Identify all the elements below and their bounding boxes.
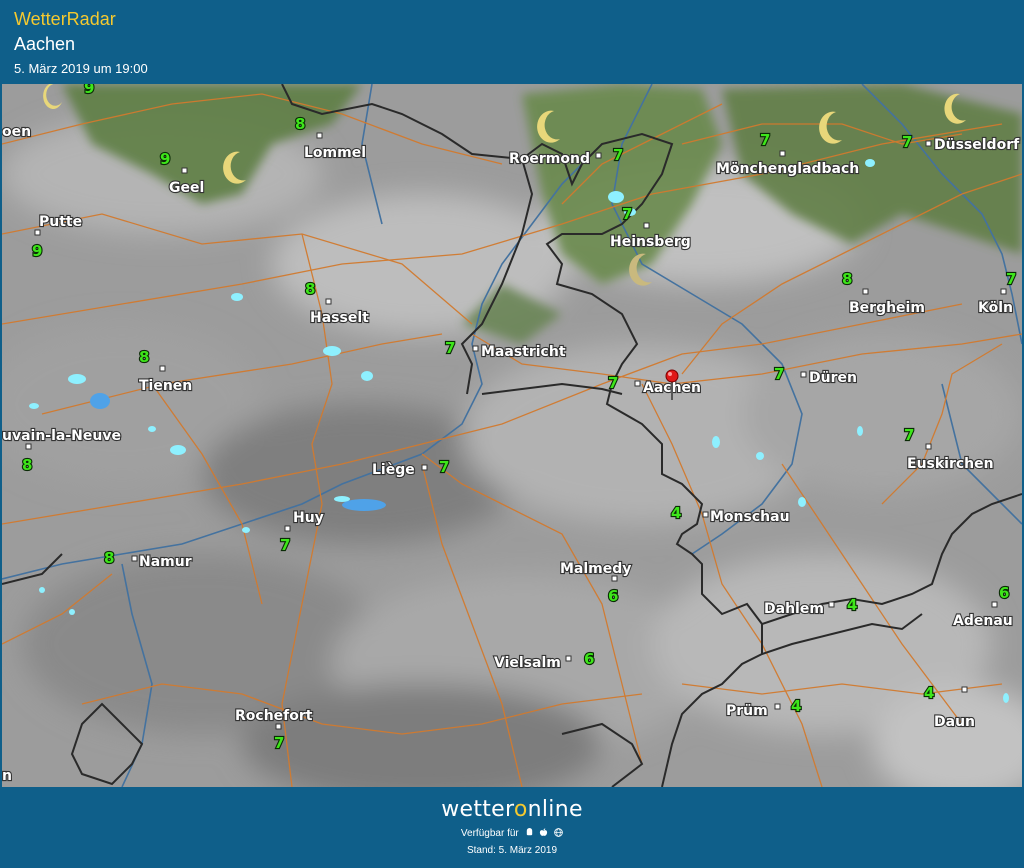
city-name: Daun xyxy=(934,714,975,730)
city-name: Hasselt xyxy=(310,310,369,326)
logo-text-o: o xyxy=(513,797,528,822)
temperature: 7 xyxy=(608,374,618,392)
city-name: Geel xyxy=(169,180,204,196)
data-timestamp: Stand: 5. März 2019 xyxy=(466,845,558,856)
logo-text: wetter xyxy=(441,797,514,822)
temperature: 7 xyxy=(622,205,632,223)
temperature: 8 xyxy=(305,280,315,298)
city-louvain-la-neuve[interactable]: 8 xyxy=(21,455,34,475)
app-title: WetterRadar xyxy=(14,9,116,29)
web-icon[interactable] xyxy=(554,828,563,837)
city-name: Köln xyxy=(978,300,1013,316)
temperature: 7 xyxy=(760,131,770,149)
city-name: Namur xyxy=(139,554,192,570)
weather-map[interactable]: oen uvain-la-Neuve 9 n 8 Lommel Roermond… xyxy=(2,84,1022,787)
city-name: Tienen xyxy=(139,378,192,394)
temperature: 7 xyxy=(274,734,284,752)
city-name: Heinsberg xyxy=(610,234,691,250)
city-name: Putte xyxy=(39,214,82,230)
temperature: 7 xyxy=(902,133,912,151)
availability-text: Verfügbar für xyxy=(460,828,519,839)
temperature: 8 xyxy=(22,456,32,474)
footer: wetteronline Verfügbar für Stand: 5. Mär… xyxy=(0,787,1024,868)
android-icon[interactable] xyxy=(525,828,534,837)
forecast-datetime: 5. März 2019 um 19:00 xyxy=(14,61,148,76)
temperature: 8 xyxy=(842,270,852,288)
wetteronline-logo[interactable]: wetteronline xyxy=(0,797,1024,822)
temperature: 8 xyxy=(139,348,149,366)
temperature: 4 xyxy=(791,697,801,715)
city-name: Prüm xyxy=(726,703,768,719)
edge-label: uvain-la-Neuve xyxy=(2,428,121,444)
city-name: Vielsalm xyxy=(494,655,561,671)
header: WetterRadar Aachen 5. März 2019 um 19:00 xyxy=(0,0,1024,84)
temperature: 9 xyxy=(32,242,42,260)
availability-line: Verfügbar für xyxy=(0,828,1024,839)
apple-icon[interactable] xyxy=(539,828,548,837)
city-name: Monschau xyxy=(710,509,790,525)
city-name: Dahlem xyxy=(764,601,824,617)
app-frame: WetterRadar Aachen 5. März 2019 um 19:00 xyxy=(0,0,1024,868)
city-name: Maastricht xyxy=(481,344,566,360)
city-name: Düsseldorf xyxy=(934,137,1020,153)
city-name: Huy xyxy=(293,510,324,526)
city-name: Liège xyxy=(372,462,415,478)
temperature: 4 xyxy=(847,596,857,614)
temperature: 7 xyxy=(904,426,914,444)
map-canvas: oen uvain-la-Neuve 9 n 8 Lommel Roermond… xyxy=(2,84,1022,787)
city-name: Malmedy xyxy=(560,561,631,577)
edge-label: oen xyxy=(2,124,31,140)
temperature: 4 xyxy=(924,684,934,702)
temperature: 7 xyxy=(280,536,290,554)
temperature: 6 xyxy=(608,587,618,605)
edge-label: n xyxy=(2,768,12,784)
edge-temperature: 9 xyxy=(84,84,94,97)
location-name: Aachen xyxy=(14,34,76,54)
city-name: Euskirchen xyxy=(907,456,994,472)
temperature: 7 xyxy=(613,146,623,164)
city-name: Bergheim xyxy=(849,300,925,316)
city-name: Mönchengladbach xyxy=(716,161,859,177)
city-name: Düren xyxy=(809,370,857,386)
temperature: 6 xyxy=(999,584,1009,602)
temperature: 7 xyxy=(774,365,784,383)
city-name: Roermond xyxy=(509,151,590,167)
temperature: 8 xyxy=(104,549,114,567)
temperature: 7 xyxy=(445,339,455,357)
city-name: Rochefort xyxy=(235,708,313,724)
city-name: Adenau xyxy=(953,613,1013,629)
temperature: 4 xyxy=(671,504,681,522)
logo-text: nline xyxy=(527,797,583,822)
city-name: Lommel xyxy=(304,145,366,161)
temperature: 6 xyxy=(584,650,594,668)
temperature: 7 xyxy=(1006,270,1016,288)
temperature: 9 xyxy=(160,150,170,168)
temperature: 7 xyxy=(439,458,449,476)
temperature: 8 xyxy=(295,115,305,133)
